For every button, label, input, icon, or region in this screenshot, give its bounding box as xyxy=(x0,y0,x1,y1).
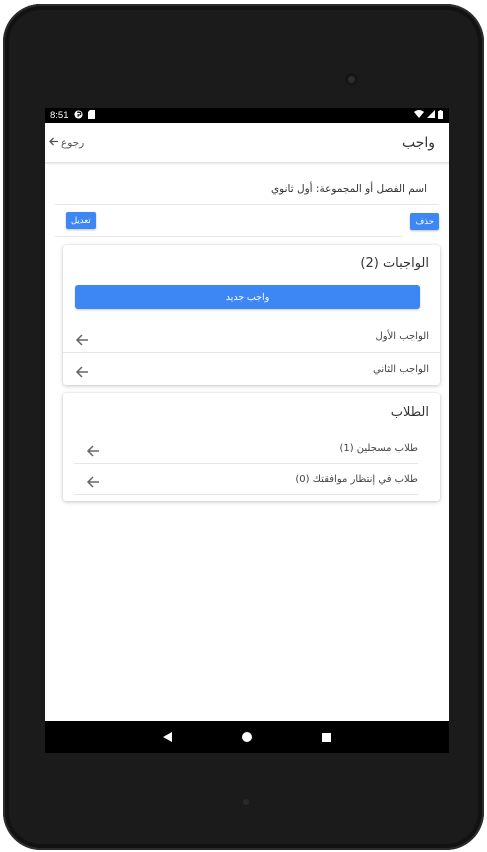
arrow-left-icon xyxy=(86,442,100,457)
arrow-left-icon xyxy=(49,137,59,149)
sd-card-icon xyxy=(87,109,95,122)
battery-icon xyxy=(438,109,443,122)
arrow-left-icon xyxy=(86,473,100,488)
registered-students-item[interactable]: طلاب مسجلين (1) xyxy=(74,433,418,464)
homework-item-label: الواجب الأول xyxy=(375,331,429,342)
homework-item-label: الواجب الثاني xyxy=(373,363,429,375)
action-row: تعديل حذف xyxy=(55,205,439,237)
edit-button[interactable]: تعديل xyxy=(66,211,96,229)
app-bar: رجوع واجب xyxy=(45,123,449,163)
homework-card-title: الواجبات (2) xyxy=(360,256,429,271)
status-bar: 8:51 xyxy=(45,108,449,123)
front-camera xyxy=(345,73,358,86)
nav-back-icon[interactable] xyxy=(163,732,172,742)
delete-button[interactable]: حذف xyxy=(410,213,439,230)
students-list: طلاب مسجلين (1) طلاب في إنتظار موافقتك (… xyxy=(74,433,418,495)
system-navigation-bar xyxy=(45,721,449,753)
homework-item[interactable]: الواجب الثاني xyxy=(63,353,440,385)
registered-students-label: طلاب مسجلين (1) xyxy=(339,442,418,454)
app-screen: 8:51 رجوع واجب اسم الفصل أو المجموعة: أو… xyxy=(45,108,449,753)
back-button[interactable]: رجوع xyxy=(49,137,84,149)
homework-list: الواجب الأول الواجب الثاني xyxy=(63,321,440,385)
arrow-left-icon xyxy=(75,331,89,346)
homework-item[interactable]: الواجب الأول xyxy=(63,321,440,353)
arrow-left-icon xyxy=(75,363,89,378)
cell-signal-icon xyxy=(427,110,435,121)
class-name-label: اسم الفصل أو المجموعة: أول ثانوي xyxy=(55,163,439,205)
app-notification-icon xyxy=(73,109,83,122)
pending-students-item[interactable]: طلاب في إنتظار موافقتك (0) xyxy=(74,464,418,495)
homework-card: الواجبات (2) واجب جديد الواجب الأول الوا… xyxy=(63,245,440,385)
back-label: رجوع xyxy=(61,136,85,149)
students-card-title: الطلاب xyxy=(390,405,429,420)
sensor-dot xyxy=(243,799,249,805)
tablet-device-frame: 8:51 رجوع واجب اسم الفصل أو المجموعة: أو… xyxy=(3,4,484,850)
pending-students-label: طلاب في إنتظار موافقتك (0) xyxy=(295,473,418,485)
nav-recents-icon[interactable] xyxy=(322,732,331,742)
nav-home-icon[interactable] xyxy=(242,732,252,742)
wifi-icon xyxy=(414,110,424,121)
students-card: الطلاب طلاب مسجلين (1) طلاب في إنتظار مو… xyxy=(63,393,440,501)
page-title: واجب xyxy=(401,134,435,151)
new-homework-button[interactable]: واجب جديد xyxy=(75,285,420,309)
status-time: 8:51 xyxy=(50,110,69,121)
main-content: اسم الفصل أو المجموعة: أول ثانوي تعديل ح… xyxy=(45,163,449,501)
